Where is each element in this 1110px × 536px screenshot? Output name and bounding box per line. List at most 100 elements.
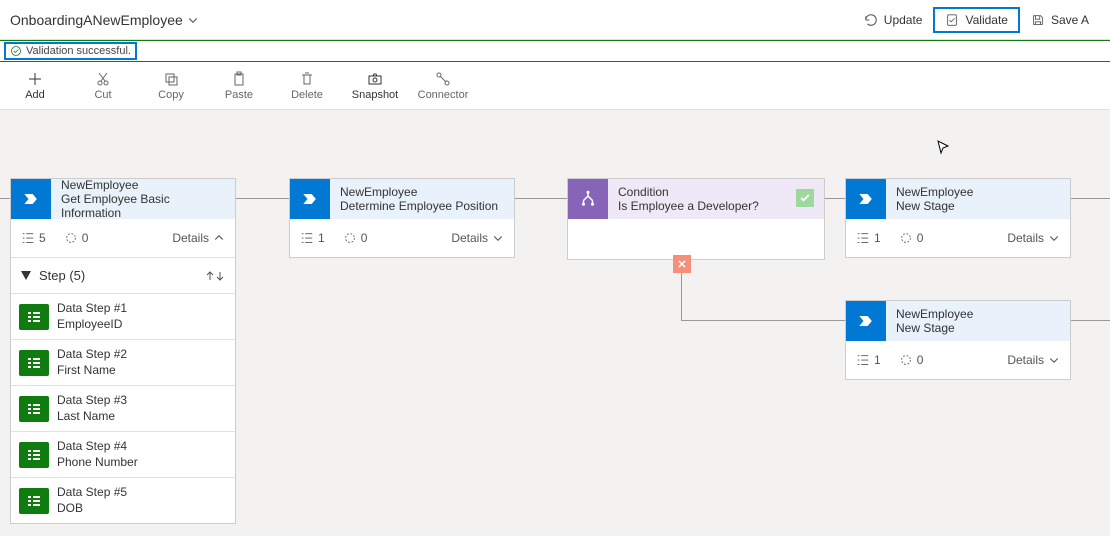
details-label: Details	[451, 231, 488, 245]
condition-yes-outcome[interactable]	[796, 189, 814, 207]
stage-icon	[846, 179, 886, 219]
trash-icon	[299, 71, 315, 87]
stage-entity: NewEmployee	[896, 185, 1060, 199]
steps-header[interactable]: Step (5)	[11, 257, 235, 293]
sort-buttons[interactable]	[205, 271, 225, 281]
condition-text: Is Employee a Developer?	[618, 199, 814, 213]
save-label: Save A	[1051, 13, 1089, 27]
condition-icon	[568, 179, 608, 219]
condition-no-outcome[interactable]	[673, 255, 691, 273]
save-button[interactable]: Save A	[1020, 7, 1100, 33]
connector-label: Connector	[418, 89, 469, 101]
details-label: Details	[1007, 231, 1044, 245]
add-button[interactable]: Add	[10, 71, 60, 101]
add-label: Add	[25, 89, 45, 101]
process-name: OnboardingANewEmployee	[10, 12, 183, 28]
chevron-down-icon	[1048, 232, 1060, 244]
update-label: Update	[884, 13, 923, 27]
stage-card[interactable]: NewEmployee New Stage 1 0 Details	[845, 178, 1071, 258]
step-count: 1	[856, 231, 881, 245]
delete-label: Delete	[291, 89, 323, 101]
copy-icon	[163, 71, 179, 87]
step-field: Last Name	[57, 409, 127, 425]
check-circle-icon	[10, 45, 22, 57]
circle-dashed-icon	[64, 231, 78, 245]
step-title: Data Step #2	[57, 347, 127, 363]
clipboard-icon	[231, 71, 247, 87]
step-row[interactable]: Data Step #2 First Name	[11, 339, 235, 385]
list-icon	[21, 231, 35, 245]
stage-entity: NewEmployee	[61, 178, 225, 192]
copy-button[interactable]: Copy	[146, 71, 196, 101]
condition-card[interactable]: Condition Is Employee a Developer?	[567, 178, 825, 260]
step-field: EmployeeID	[57, 317, 127, 333]
mouse-cursor	[936, 140, 952, 156]
connector-button[interactable]: Connector	[418, 71, 468, 101]
step-row[interactable]: Data Step #3 Last Name	[11, 385, 235, 431]
stage-entity: NewEmployee	[896, 307, 1060, 321]
refresh-icon	[864, 13, 878, 27]
step-row[interactable]: Data Step #4 Phone Number	[11, 431, 235, 477]
step-title: Data Step #1	[57, 301, 127, 317]
paste-button[interactable]: Paste	[214, 71, 264, 101]
top-bar: OnboardingANewEmployee Update Validate S…	[0, 0, 1110, 40]
details-label: Details	[172, 231, 209, 245]
plus-icon	[27, 71, 43, 87]
stage-name: Determine Employee Position	[340, 199, 504, 213]
toolbar: Add Cut Copy Paste Delete Snapshot Conne…	[0, 62, 1110, 110]
validation-message-box: Validation successful.	[4, 42, 137, 60]
condition-label: Condition	[618, 185, 814, 199]
validation-bar: Validation successful.	[0, 40, 1110, 62]
details-toggle[interactable]: Details	[1007, 353, 1060, 367]
details-label: Details	[1007, 353, 1044, 367]
validate-button[interactable]: Validate	[933, 7, 1019, 33]
list-icon	[300, 231, 314, 245]
scissors-icon	[95, 71, 111, 87]
clipboard-check-icon	[945, 13, 959, 27]
stage-header: NewEmployee Get Employee Basic Informati…	[11, 179, 235, 219]
chevron-down-icon	[1048, 354, 1060, 366]
copy-label: Copy	[158, 89, 184, 101]
step-title: Data Step #5	[57, 485, 127, 501]
flow-count: 0	[64, 231, 89, 245]
stage-icon	[11, 179, 51, 219]
process-canvas[interactable]: NewEmployee Get Employee Basic Informati…	[0, 110, 1110, 536]
stage-title-block: NewEmployee Get Employee Basic Informati…	[51, 179, 235, 219]
connector-line	[1071, 198, 1110, 199]
field-icon	[19, 304, 49, 330]
stage-entity: NewEmployee	[340, 185, 504, 199]
triangle-down-icon	[21, 271, 31, 281]
connector-line	[515, 198, 567, 199]
stage-icon	[290, 179, 330, 219]
connector-icon	[435, 71, 451, 87]
delete-button[interactable]: Delete	[282, 71, 332, 101]
stage-card[interactable]: NewEmployee Get Employee Basic Informati…	[10, 178, 236, 524]
field-icon	[19, 488, 49, 514]
step-title: Data Step #3	[57, 393, 127, 409]
chevron-down-icon	[492, 232, 504, 244]
step-row[interactable]: Data Step #1 EmployeeID	[11, 293, 235, 339]
list-icon	[856, 231, 870, 245]
snapshot-button[interactable]: Snapshot	[350, 71, 400, 101]
field-icon	[19, 350, 49, 376]
list-icon	[856, 353, 870, 367]
step-count: 1	[856, 353, 881, 367]
update-button[interactable]: Update	[853, 7, 934, 33]
connector-line	[681, 320, 845, 321]
step-count: 5	[21, 231, 46, 245]
connector-line	[1071, 320, 1110, 321]
process-title[interactable]: OnboardingANewEmployee	[10, 12, 199, 28]
cut-button[interactable]: Cut	[78, 71, 128, 101]
details-toggle[interactable]: Details	[1007, 231, 1060, 245]
details-toggle[interactable]: Details	[172, 231, 225, 245]
step-row[interactable]: Data Step #5 DOB	[11, 477, 235, 523]
stage-card[interactable]: NewEmployee New Stage 1 0 Details	[845, 300, 1071, 380]
connector-line	[825, 198, 845, 199]
condition-body	[568, 219, 824, 259]
check-icon	[799, 192, 811, 204]
connector-line	[236, 198, 289, 199]
x-icon	[677, 259, 687, 269]
details-toggle[interactable]: Details	[451, 231, 504, 245]
stage-card[interactable]: NewEmployee Determine Employee Position …	[289, 178, 515, 258]
flow-count: 0	[343, 231, 368, 245]
